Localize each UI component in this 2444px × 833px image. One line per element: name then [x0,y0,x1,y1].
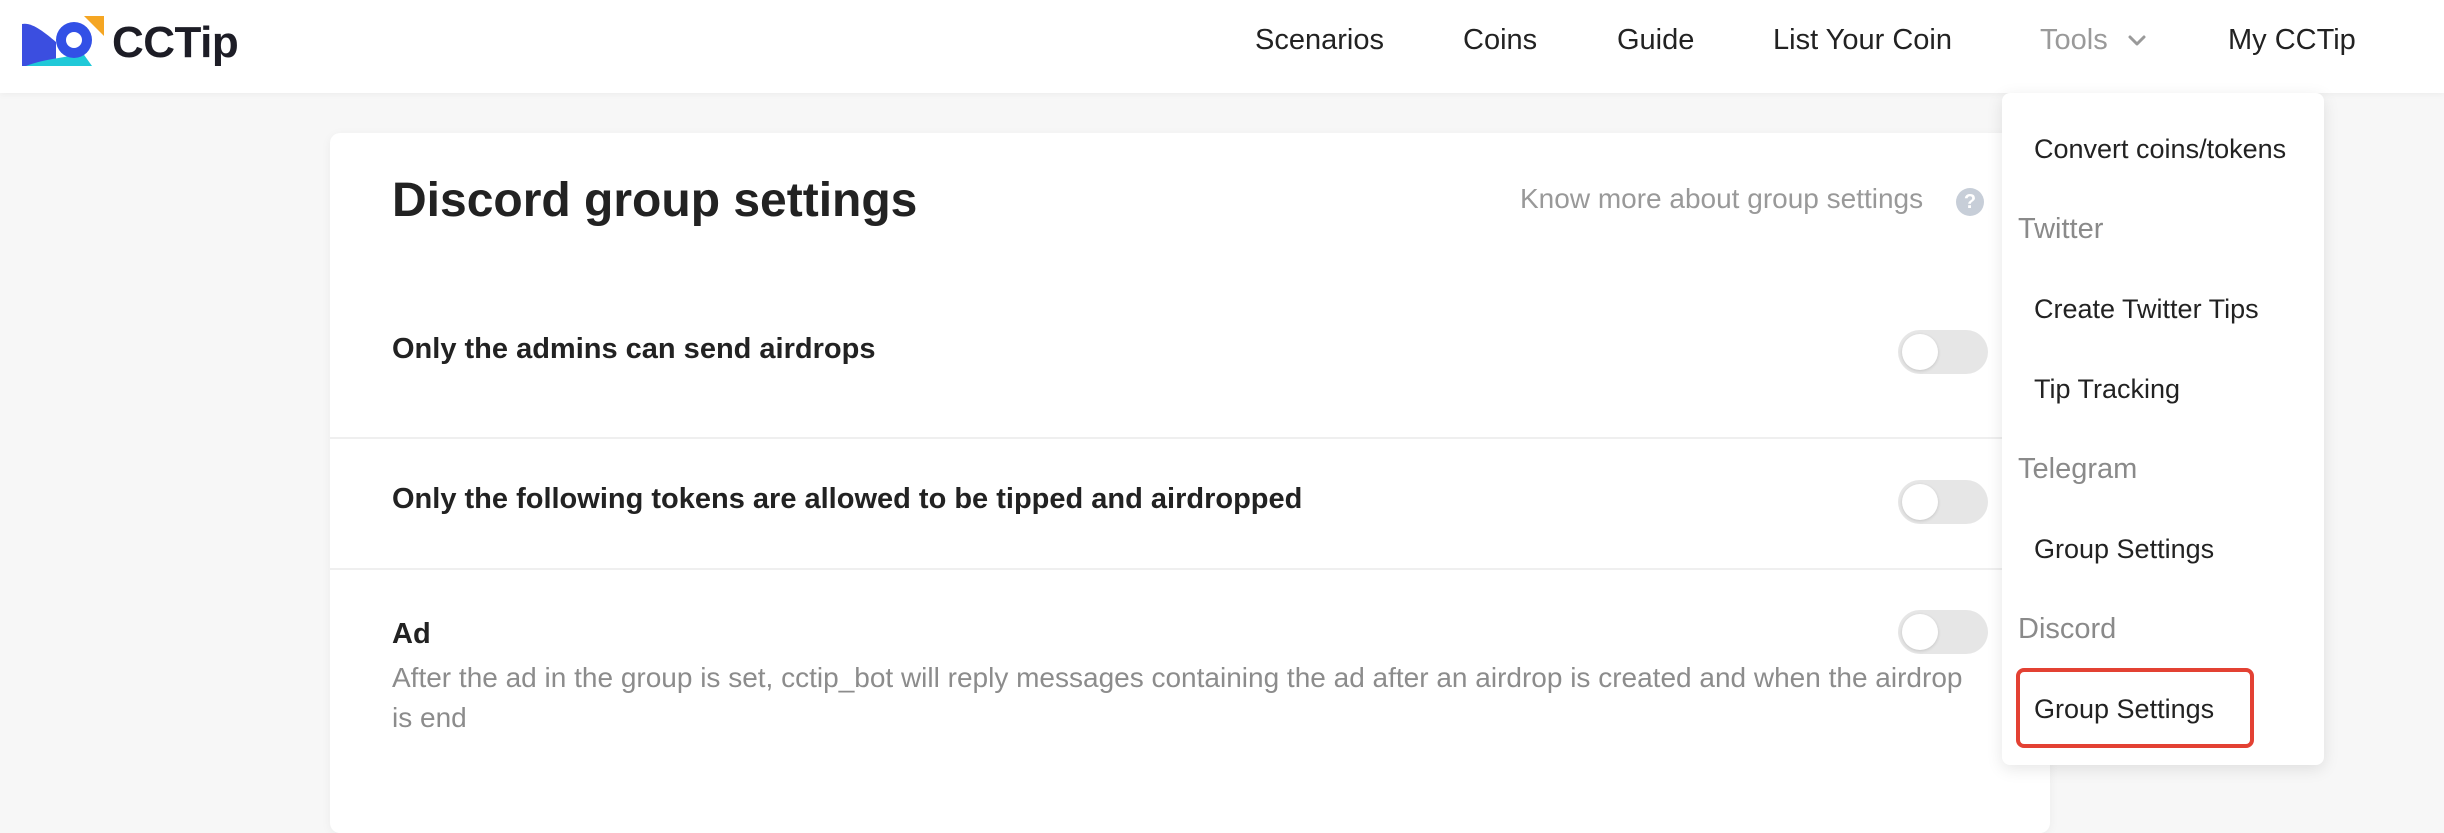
divider [330,568,2050,570]
page-title: Discord group settings [392,174,918,227]
menu-telegram-group-settings[interactable]: Group Settings [2034,534,2214,565]
toggle-knob [1902,334,1938,370]
nav-list-your-coin[interactable]: List Your Coin [1773,24,1952,57]
menu-group-telegram: Telegram [2018,453,2138,485]
ad-toggle[interactable] [1898,610,1988,654]
nav-tools[interactable]: Tools [2040,24,2108,57]
admin-airdrops-toggle[interactable] [1898,330,1988,374]
cctip-logo-icon[interactable] [22,14,104,70]
nav-my-cctip[interactable]: My CCTip [2228,24,2356,57]
toggle-knob [1902,484,1938,520]
top-header: CCTip Scenarios Coins Guide List Your Co… [0,0,2444,93]
menu-group-discord: Discord [2018,613,2117,645]
menu-tip-tracking[interactable]: Tip Tracking [2034,374,2180,405]
allowed-tokens-toggle[interactable] [1898,480,1988,524]
setting-ad-label: Ad [392,618,431,650]
nav-scenarios[interactable]: Scenarios [1255,24,1384,57]
brand-name[interactable]: CCTip [112,18,239,68]
menu-create-twitter-tips[interactable]: Create Twitter Tips [2034,294,2259,325]
menu-discord-group-settings[interactable]: Group Settings [2034,694,2214,725]
question-icon[interactable]: ? [1956,188,1984,216]
setting-ad-description: After the ad in the group is set, cctip_… [392,662,1963,733]
menu-group-twitter: Twitter [2018,213,2104,245]
setting-admin-airdrops-label: Only the admins can send airdrops [392,333,876,365]
nav-guide[interactable]: Guide [1617,24,1694,57]
divider [330,437,2050,439]
chevron-down-icon[interactable] [2126,30,2148,52]
toggle-knob [1902,614,1938,650]
group-settings-help-link[interactable]: Know more about group settings [1520,183,1923,215]
nav-coins[interactable]: Coins [1463,24,1537,57]
settings-card: Discord group settings Know more about g… [330,133,2050,833]
menu-convert-coins[interactable]: Convert coins/tokens [2034,134,2286,165]
setting-allowed-tokens-label: Only the following tokens are allowed to… [392,483,1303,515]
tools-dropdown-menu: Convert coins/tokens Twitter Create Twit… [2002,93,2324,765]
